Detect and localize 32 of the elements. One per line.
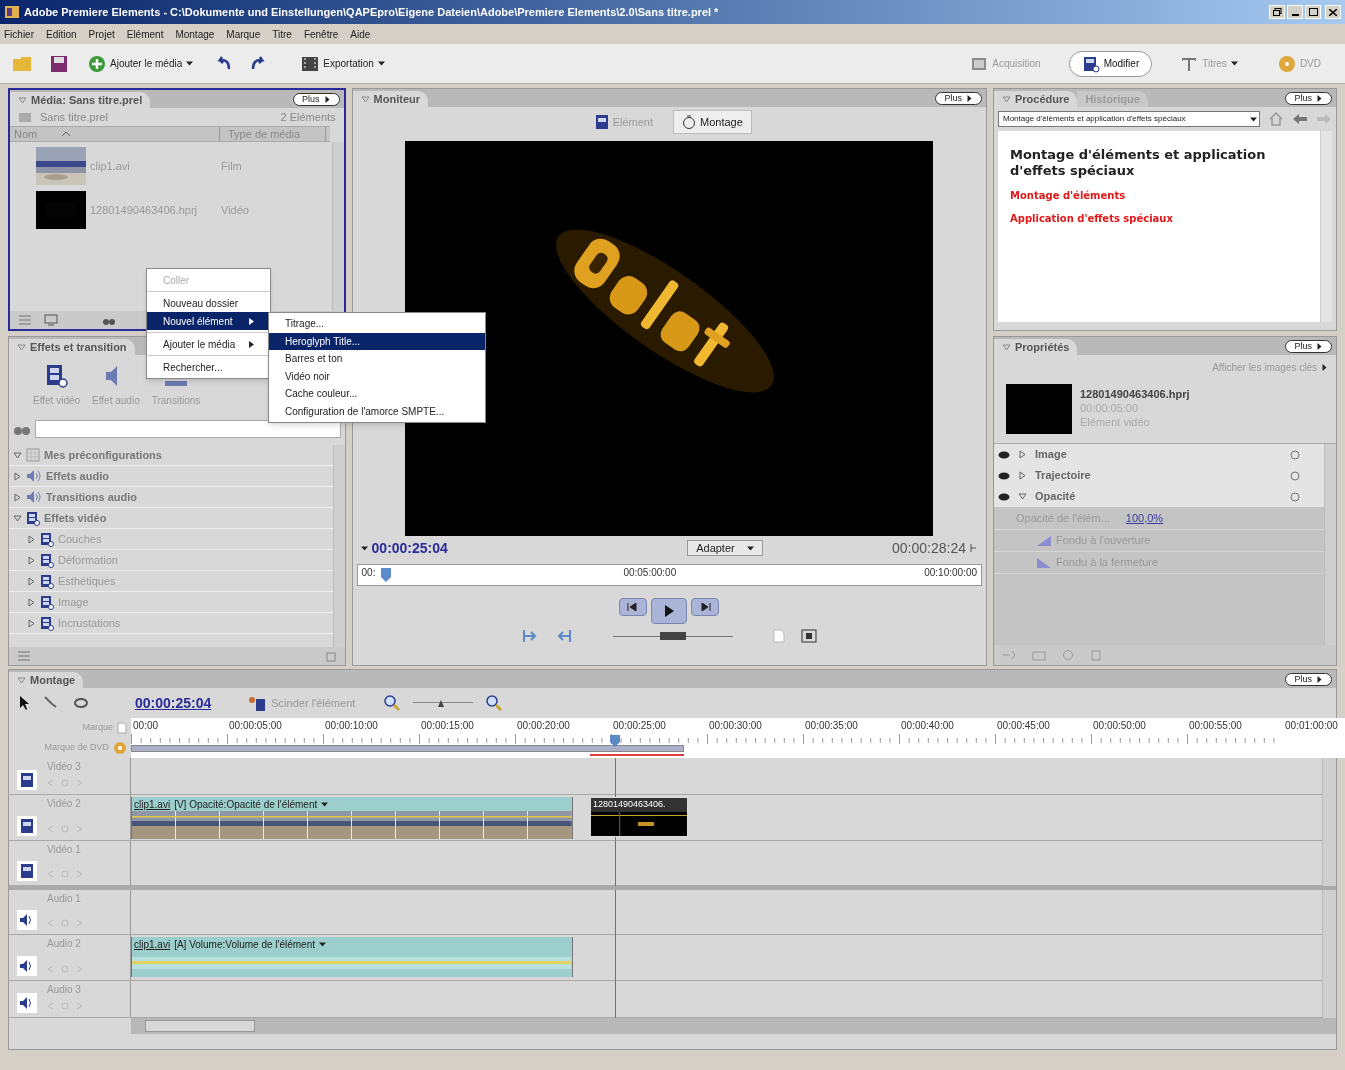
clip-label: [V] Opacité:Opacité de l'élément bbox=[174, 797, 318, 812]
ruler-label: 00:00:20:00 bbox=[517, 719, 571, 733]
ruler-label: 00:00:30:00 bbox=[709, 719, 763, 733]
track-name: Vidéo 2 bbox=[47, 797, 81, 812]
marker-label: Marque bbox=[82, 721, 113, 735]
ruler-label: 00:00:50:00 bbox=[1093, 719, 1147, 733]
item-count: 2 Eléments bbox=[280, 109, 336, 125]
window-title: Adobe Premiere Elements - C:\Dokumente und Einstellungen\QAPEpro\Eigene Dateien\Adobe\Premiere Elements\2.0\Sans titre.prel * bbox=[24, 4, 719, 20]
ruler-label: 00:00:25:00 bbox=[613, 719, 667, 733]
ruler-label: 00:10:00:00 bbox=[924, 566, 977, 580]
ruler-label: 00:00:40:00 bbox=[901, 719, 955, 733]
duration: 00:00:28:24 bbox=[892, 538, 966, 558]
ruler-label: 00:05:00:00 bbox=[623, 566, 677, 580]
track-name: Vidéo 1 bbox=[47, 842, 81, 857]
dvd-marker-label: Marque de DVD bbox=[44, 741, 109, 755]
clip-label: [A] Volume:Volume de l'élément bbox=[174, 937, 316, 952]
track-name: Audio 2 bbox=[47, 937, 81, 952]
track-name: Audio 1 bbox=[47, 892, 81, 906]
track-name: Audio 3 bbox=[47, 982, 81, 997]
ruler-label: 00: bbox=[361, 566, 376, 580]
ruler-label: 00:01:00:00 bbox=[1285, 719, 1339, 733]
ruler-label: 00:00:15:00 bbox=[421, 719, 475, 733]
ruler-label: 00:00 bbox=[133, 719, 160, 733]
ruler-label: 00:00:35:00 bbox=[805, 719, 859, 733]
ruler-label: 00:00:45:00 bbox=[997, 719, 1051, 733]
help-heading: Montage d'éléments et application d'effets spéciaux bbox=[1010, 147, 1267, 180]
ruler-label: 00:00:55:00 bbox=[1189, 719, 1243, 733]
ruler-label: 00:00:10:00 bbox=[325, 719, 379, 733]
track-name: Vidéo 3 bbox=[47, 760, 81, 774]
ruler-label: 00:00:05:00 bbox=[229, 719, 283, 733]
project-name: Sans titre.prel bbox=[40, 109, 108, 125]
clip-name: 12801490463406.hprj bbox=[1080, 388, 1190, 403]
